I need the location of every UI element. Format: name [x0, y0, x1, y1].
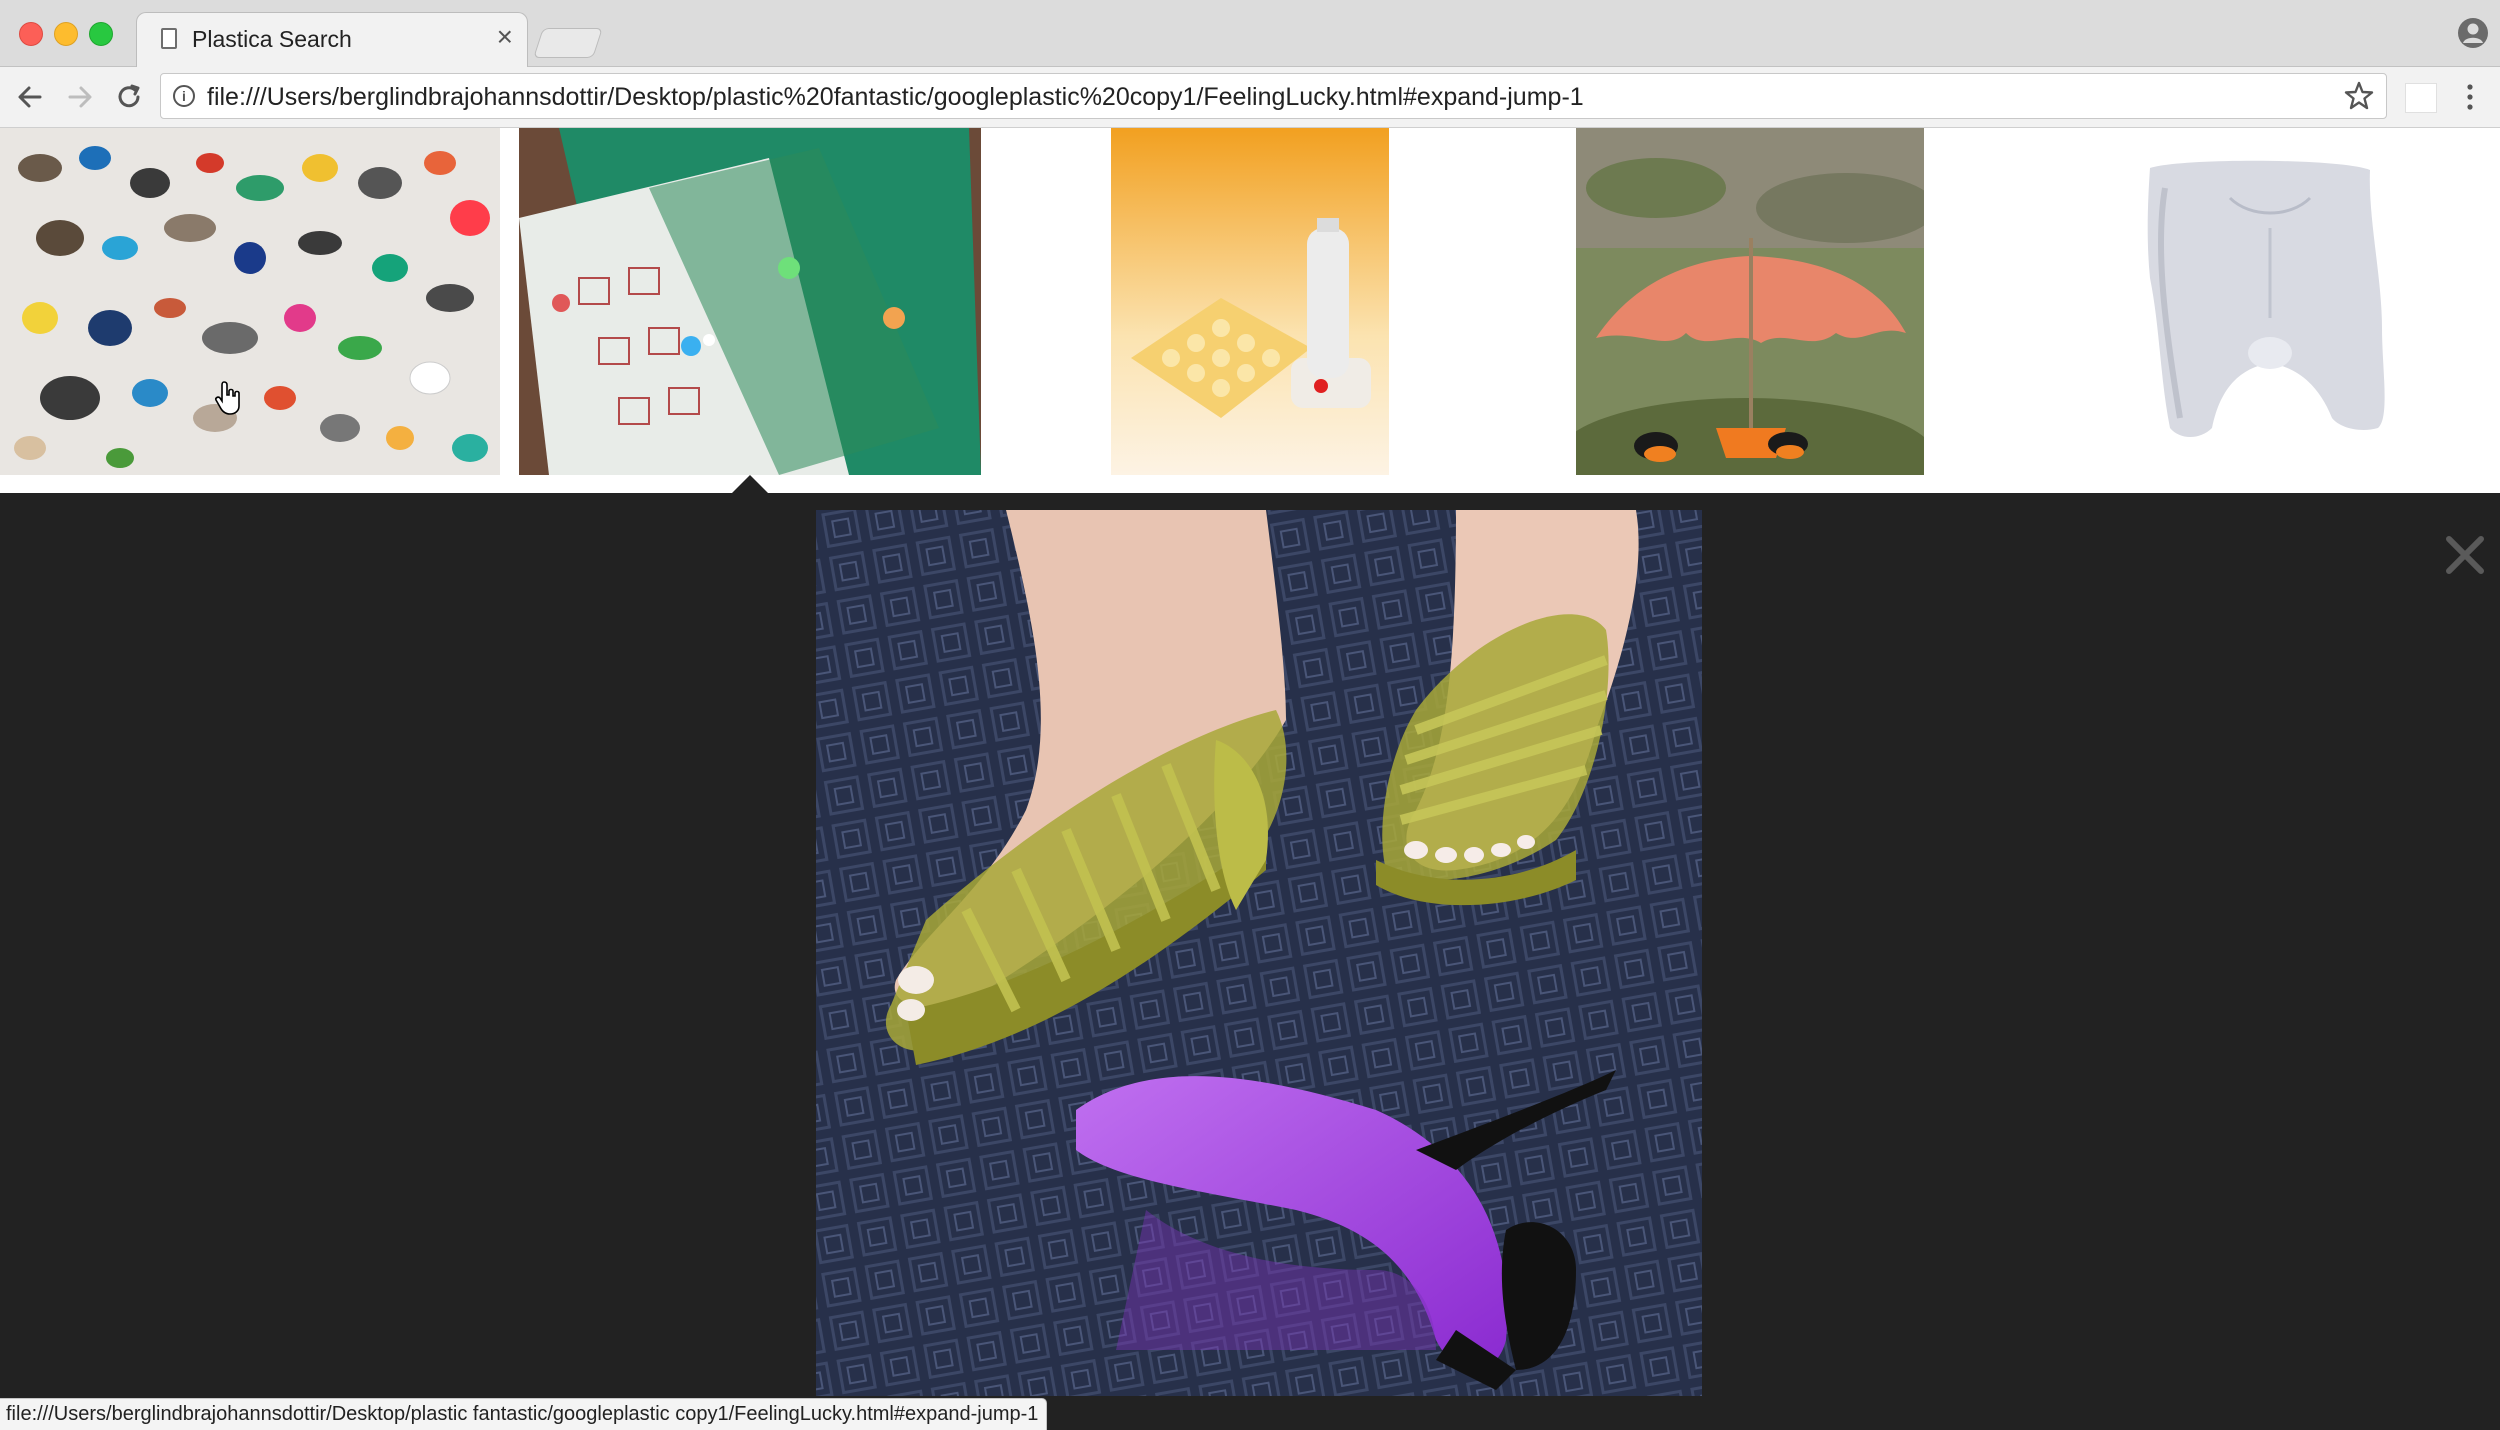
thumbnail-mannequin-torso[interactable]: [2120, 128, 2420, 475]
window-zoom-button[interactable]: [89, 22, 113, 46]
expanded-preview-image[interactable]: [816, 510, 1702, 1396]
profile-icon[interactable]: [2456, 16, 2490, 50]
tab-strip: Plastica Search ×: [0, 0, 2500, 67]
thumbnail-bottle-tray[interactable]: [1111, 128, 1389, 475]
page-content: [0, 128, 2500, 1430]
new-tab-button[interactable]: [533, 28, 603, 58]
expand-pointer: [732, 475, 768, 493]
tab-title: Plastica Search: [192, 26, 352, 52]
umbrella-feeder-image: [1576, 128, 1924, 475]
thumbnail-plastic-debris[interactable]: [0, 128, 500, 475]
close-icon[interactable]: [2443, 533, 2487, 577]
thumbnail-umbrella-feeder[interactable]: [1576, 128, 1924, 475]
url-text[interactable]: file:///Users/berglindbrajohannsdottir/D…: [207, 83, 1584, 112]
bookmark-star-icon[interactable]: [2342, 79, 2376, 113]
address-bar[interactable]: i file:///Users/berglindbrajohannsdottir…: [160, 73, 2387, 119]
extension-icon[interactable]: [2405, 83, 2437, 113]
tab-plastica-search[interactable]: Plastica Search ×: [136, 12, 528, 67]
window-minimize-button[interactable]: [54, 22, 78, 46]
plastic-debris-image: [0, 128, 500, 475]
document-icon: [161, 28, 177, 49]
hand-cursor-icon: [215, 381, 240, 415]
forward-arrow-icon[interactable]: [62, 79, 98, 115]
sandals-heels-image: [816, 510, 1702, 1396]
green-folders-image: [519, 128, 981, 475]
kebab-menu-icon[interactable]: [2452, 79, 2488, 115]
mannequin-torso-image: [2120, 128, 2420, 475]
bottle-tray-image: [1111, 128, 1389, 475]
browser-toolbar: i file:///Users/berglindbrajohannsdottir…: [0, 67, 2500, 128]
browser-window: Plastica Search × i file:///Users/bergli…: [0, 0, 2500, 1430]
expanded-preview-panel: [0, 493, 2500, 1430]
thumbnail-green-folders[interactable]: [519, 128, 981, 475]
window-close-button[interactable]: [19, 22, 43, 46]
back-arrow-icon[interactable]: [12, 79, 48, 115]
reload-icon[interactable]: [111, 79, 147, 115]
info-icon[interactable]: i: [173, 85, 195, 107]
tab-close-icon[interactable]: ×: [497, 23, 513, 51]
status-bar: file:///Users/berglindbrajohannsdottir/D…: [0, 1398, 1048, 1430]
